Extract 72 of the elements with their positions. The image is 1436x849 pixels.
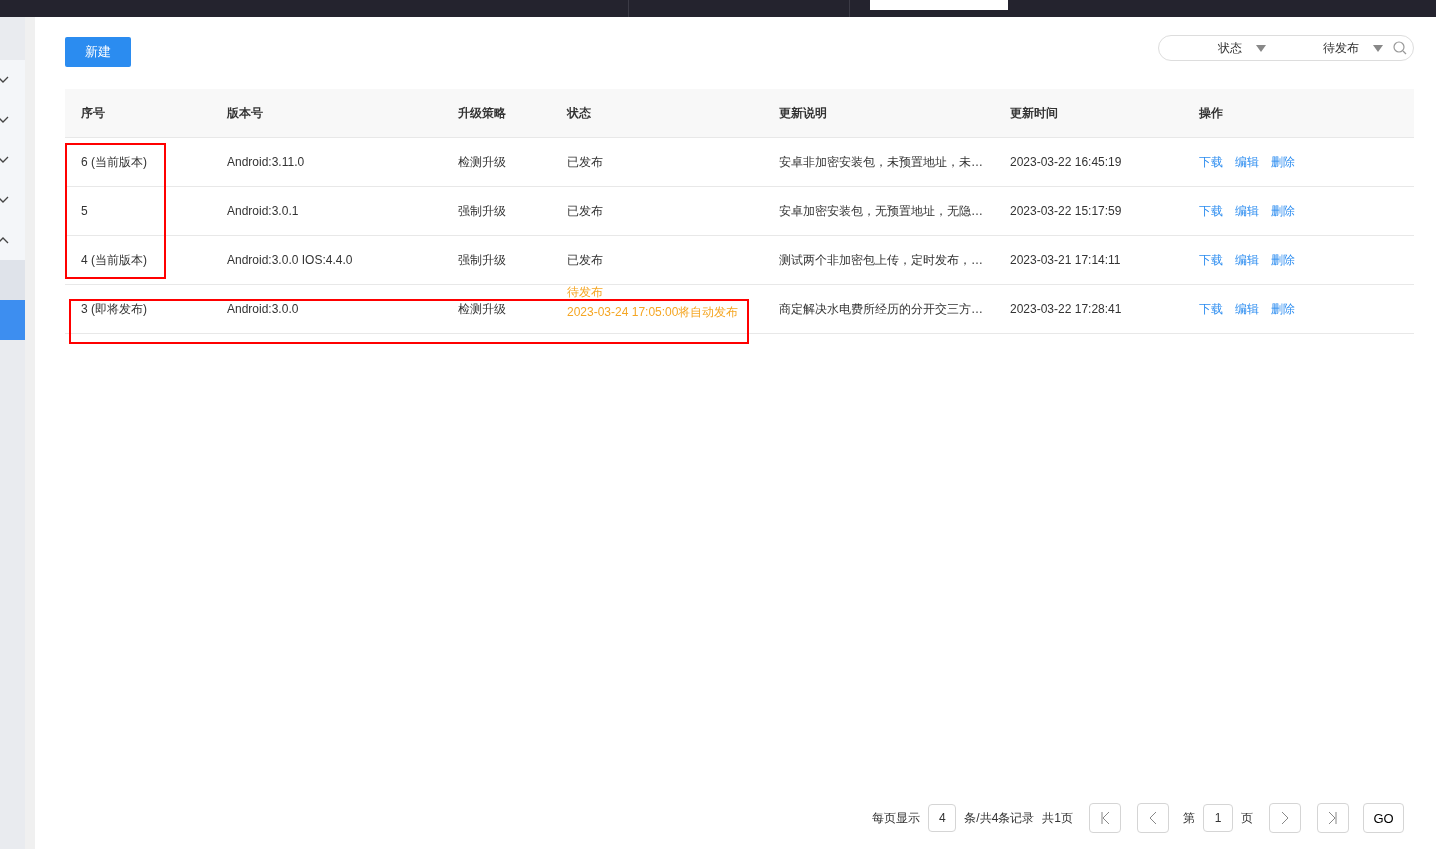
table-cell-text: 2023-03-22 16:45:19 — [1009, 155, 1123, 169]
action-link[interactable]: 编辑 — [1235, 251, 1259, 269]
action-link[interactable]: 下载 — [1199, 251, 1223, 269]
table-cell-text: 强制升级 — [457, 202, 507, 220]
dropdown-icon[interactable] — [1256, 44, 1266, 52]
action-link[interactable]: 编辑 — [1235, 300, 1259, 318]
filter-select[interactable]: 状态 — [1218, 39, 1242, 57]
per-page-label: 每页显示 — [872, 809, 921, 827]
action-link[interactable]: 删除 — [1271, 153, 1295, 171]
table-cell-text: 5 — [80, 204, 89, 218]
status-text: 待发布 — [567, 285, 604, 299]
chevron-down-icon[interactable] — [0, 196, 9, 204]
action-link[interactable]: 下载 — [1199, 153, 1223, 171]
table-cell-text: 2023-03-22 17:28:41 — [1009, 302, 1123, 316]
action-link[interactable]: 编辑 — [1235, 202, 1259, 220]
status-text: 已发布 — [567, 155, 604, 169]
table-cell-text: 强制升级 — [457, 251, 507, 269]
search-field[interactable] — [870, 0, 1008, 10]
next-page-button[interactable] — [1269, 803, 1301, 833]
filter-select[interactable]: 待发布 — [1323, 39, 1359, 57]
per-page-field[interactable]: 4 — [928, 804, 957, 832]
action-link[interactable]: 删除 — [1271, 202, 1295, 220]
table-cell-text: 3 (即将发布) — [80, 300, 148, 318]
table-cell-text: Android:3.0.0 — [226, 302, 300, 316]
table-cell-text: 测试两个非加密包上传，定时发布，… — [778, 251, 984, 269]
column-header: 序号 — [80, 104, 106, 122]
page-suffix: 页 — [1241, 809, 1253, 827]
table-cell-text: Android:3.0.1 — [226, 204, 300, 218]
dropdown-icon[interactable] — [1373, 44, 1383, 52]
column-header: 操作 — [1198, 104, 1224, 122]
last-page-icon — [1328, 812, 1338, 824]
action-link[interactable]: 删除 — [1271, 251, 1295, 269]
page-field[interactable]: 1 — [1203, 804, 1233, 832]
table-cell-text: 检测升级 — [457, 300, 507, 318]
table-cell-text: Android:3.11.0 — [226, 155, 306, 169]
chevron-up-icon[interactable] — [0, 236, 9, 244]
column-header: 版本号 — [226, 104, 264, 122]
chevron-right-icon — [1280, 812, 1290, 824]
chevron-down-icon[interactable] — [0, 116, 9, 124]
column-header: 更新说明 — [778, 104, 828, 122]
new-button[interactable]: 新建 — [65, 37, 131, 67]
column-header: 更新时间 — [1009, 104, 1059, 122]
search-icon[interactable] — [1393, 41, 1407, 55]
table-cell-text: 2023-03-22 15:17:59 — [1009, 204, 1123, 218]
action-link[interactable]: 下载 — [1199, 300, 1223, 318]
table-cell-text: Android:3.0.0 IOS:4.4.0 — [226, 253, 354, 267]
first-page-icon — [1100, 812, 1110, 824]
page-prefix: 第 — [1183, 809, 1195, 827]
table-cell-text: 2023-03-21 17:14:11 — [1009, 253, 1122, 267]
record-summary: 条/共4条记录 — [964, 809, 1035, 827]
action-link[interactable]: 下载 — [1199, 202, 1223, 220]
table-cell-text: 4 (当前版本) — [80, 251, 148, 269]
column-header: 状态 — [565, 104, 592, 122]
chevron-down-icon[interactable] — [0, 76, 9, 84]
table-cell-text: 商定解决水电费所经历的分开交三方… — [778, 300, 984, 318]
page-count: 共1页 — [1042, 809, 1073, 827]
status-text: 2023-03-24 17:05:00将自动发布 — [567, 305, 740, 319]
table-cell-text: 检测升级 — [457, 153, 507, 171]
action-link[interactable]: 编辑 — [1235, 153, 1259, 171]
action-link[interactable]: 删除 — [1271, 300, 1295, 318]
table-cell-text: 安卓非加密安装包，未预置地址，未… — [778, 153, 984, 171]
go-button[interactable]: GO — [1363, 803, 1404, 833]
first-page-button[interactable] — [1089, 803, 1121, 833]
previous-page-button[interactable] — [1137, 803, 1169, 833]
column-header: 升级策略 — [457, 104, 507, 122]
table-cell-text: 6 (当前版本) — [80, 153, 148, 171]
chevron-down-icon[interactable] — [0, 156, 9, 164]
last-page-button[interactable] — [1317, 803, 1349, 833]
status-text: 已发布 — [567, 253, 604, 267]
status-text: 已发布 — [567, 204, 604, 218]
chevron-left-icon — [1148, 812, 1158, 824]
table-cell-text: 安卓加密安装包，无预置地址，无隐… — [778, 202, 984, 220]
